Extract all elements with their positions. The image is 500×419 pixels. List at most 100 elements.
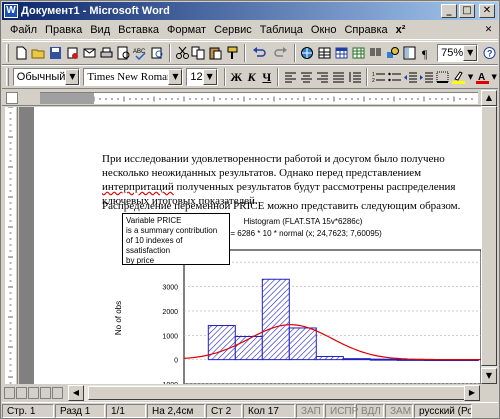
misspelled-word[interactable]: интерпритаций [102,181,174,193]
drawing-button[interactable] [384,43,401,63]
email-button[interactable] [81,43,98,63]
copy-button[interactable] [191,43,208,63]
horizontal-scrollbar[interactable]: ◀ ▶ [68,385,480,401]
save-button[interactable] [47,43,64,63]
ruler-left-margin [40,92,94,104]
toolbar-separator [294,44,297,62]
print-layout-icon[interactable] [28,387,39,399]
status-section: Разд 1 [55,403,105,418]
maximize-button[interactable]: □ [459,4,475,18]
tables-borders-button[interactable] [316,43,333,63]
status-language[interactable]: русский (Ро [414,403,472,418]
decrease-indent-button[interactable] [403,67,419,87]
menu-tools[interactable]: Сервис [210,22,256,39]
font-color-button[interactable]: A [474,67,490,87]
increase-indent-button[interactable] [419,67,435,87]
spelling-button[interactable]: ABC [132,43,149,63]
vertical-ruler[interactable] [2,106,18,384]
menu-insert[interactable]: Вставка [114,22,163,39]
align-left-button[interactable] [282,67,298,87]
align-center-button[interactable] [298,67,314,87]
chart-callout[interactable]: Variable PRICE is a summary contribution… [122,213,230,265]
menu-table[interactable]: Таблица [256,22,307,39]
tab-selector[interactable] [6,92,18,104]
help-button[interactable]: ? [481,43,498,63]
horizontal-ruler[interactable] [2,90,483,106]
insert-excel-button[interactable] [350,43,367,63]
highlight-button[interactable] [451,67,467,87]
open-button[interactable] [30,43,47,63]
insert-table-button[interactable] [333,43,350,63]
menu-help[interactable]: Справка [340,22,391,39]
italic-button[interactable]: К [244,67,259,87]
toolbar-grip[interactable] [6,68,9,86]
zoom-select[interactable]: 75% ▼ [437,44,479,62]
normal-view-icon[interactable] [4,387,15,399]
new-document-button[interactable] [13,43,30,63]
cut-button[interactable] [174,43,191,63]
numbering-button[interactable]: 12 [371,67,387,87]
print-button[interactable] [98,43,115,63]
line-spacing-button[interactable] [347,67,363,87]
align-right-button[interactable] [315,67,331,87]
scroll-up-arrow[interactable]: ▲ [481,90,497,106]
ruler-ticks [93,96,473,102]
style-select[interactable]: Обычный ▼ [12,68,81,86]
minimize-button[interactable]: _ [441,4,457,18]
print-preview-button[interactable] [115,43,132,63]
vertical-scrollbar[interactable]: ▲ ▼ [481,90,497,384]
bullets-button[interactable] [387,67,403,87]
doc-close-icon[interactable]: ✕ [482,24,495,36]
scroll-right-arrow[interactable]: ▶ [464,385,480,401]
word-app-icon[interactable]: W [4,4,18,18]
redo-button[interactable] [270,43,291,63]
scroll-thumb[interactable] [481,106,497,366]
status-extend[interactable]: ВДЛ [356,403,384,418]
chevron-down-icon[interactable]: ▼ [202,69,217,85]
highlight-dropdown[interactable]: ▼ [467,67,475,87]
toolbar-grip[interactable] [6,44,9,62]
show-hide-button[interactable]: ¶ [418,43,435,63]
bold-button[interactable]: Ж [229,67,244,87]
status-record-macro[interactable]: ЗАП [296,403,324,418]
document-map-button[interactable] [401,43,418,63]
menu-window[interactable]: Окно [307,22,341,39]
format-painter-button[interactable] [224,43,241,63]
outline-view-icon[interactable] [40,387,51,399]
permission-button[interactable] [64,43,81,63]
menu-superscript[interactable]: x² [392,22,410,39]
research-button[interactable] [149,43,166,63]
outside-border-button[interactable] [435,67,451,87]
chevron-down-icon[interactable]: ▼ [463,45,478,61]
web-layout-icon[interactable] [16,387,27,399]
paste-button[interactable] [207,43,224,63]
menu-view[interactable]: Вид [86,22,114,39]
menu-format[interactable]: Формат [163,22,210,39]
vertical-ruler-strip [5,106,16,384]
hyperlink-button[interactable] [299,43,316,63]
status-overtype[interactable]: ЗАМ [385,403,413,418]
increase-indent-icon [420,72,434,83]
underline-button[interactable]: Ч [259,67,274,87]
chevron-down-icon[interactable]: ▼ [168,69,183,85]
font-select[interactable]: Times New Roman ▼ [83,68,184,86]
zoom-value: 75% [441,47,464,59]
scroll-down-arrow[interactable]: ▼ [481,368,497,384]
columns-button[interactable] [367,43,384,63]
menu-edit[interactable]: Правка [41,22,86,39]
close-button[interactable]: ✕ [479,4,495,18]
chevron-down-icon[interactable]: ▼ [65,69,80,85]
scroll-left-arrow[interactable]: ◀ [68,385,84,401]
paragraph-distribution[interactable]: Распределение переменной PRICE можно пре… [102,199,462,213]
menu-file[interactable]: Файл [6,22,41,39]
justify-button[interactable] [331,67,347,87]
undo-button[interactable] [249,43,270,63]
reading-layout-icon[interactable] [52,387,63,399]
excel-sheet-icon [352,47,365,59]
standard-toolbar: ABC ¶ 75% ▼ ? [2,41,498,65]
font-color-dropdown[interactable]: ▼ [490,67,498,87]
document-page[interactable]: При исследовании удовлетворенности работ… [34,107,481,384]
status-track-changes[interactable]: ИСПР [325,403,358,418]
font-size-select[interactable]: 12 ▼ [186,68,218,86]
horizontal-scroll-thumb[interactable] [88,386,468,400]
